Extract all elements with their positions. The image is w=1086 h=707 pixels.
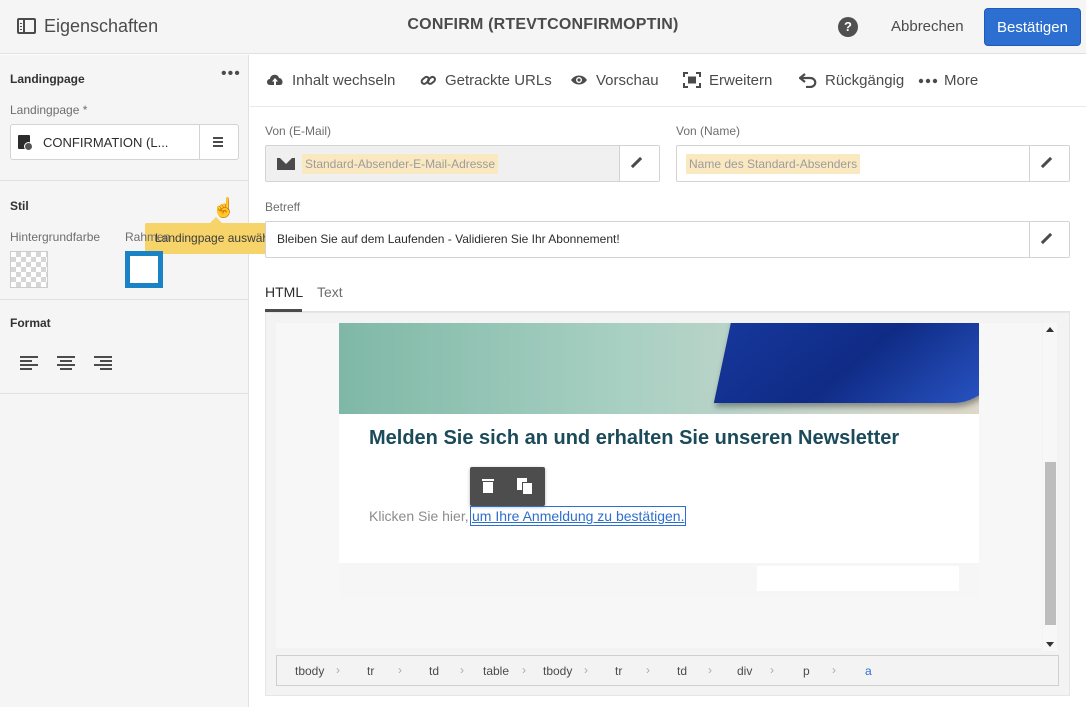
duplicate-icon[interactable] xyxy=(517,478,533,494)
from-email-field[interactable]: Standard-Absender-E-Mail-Adresse xyxy=(265,145,660,182)
breadcrumb-item[interactable]: td xyxy=(429,664,439,678)
pencil-icon xyxy=(1040,156,1053,169)
change-content-label: Inhalt wechseln xyxy=(292,72,396,89)
cloud-upload-icon xyxy=(266,72,284,88)
from-name-value: Name des Standard-Absenders xyxy=(686,154,861,174)
tab-text[interactable]: Text xyxy=(317,284,343,300)
breadcrumb-separator: › xyxy=(646,663,650,677)
landingpage-section-title: Landingpage xyxy=(10,72,85,86)
breadcrumb-separator: › xyxy=(398,663,402,677)
breadcrumb-item[interactable]: tbody xyxy=(543,664,572,678)
expand-icon xyxy=(683,72,701,88)
editor-toolbar: Inhalt wechseln Getrackte URLs Vorschau … xyxy=(250,55,1086,107)
breadcrumb-item[interactable]: tr xyxy=(615,664,622,678)
edit-from-name-button[interactable] xyxy=(1029,146,1069,181)
preview-button[interactable]: Vorschau xyxy=(570,72,659,89)
breadcrumb-separator: › xyxy=(460,663,464,677)
element-toolbar xyxy=(470,467,545,506)
subject-value: Bleiben Sie auf dem Laufenden - Validier… xyxy=(277,232,620,246)
subject-field[interactable]: Bleiben Sie auf dem Laufenden - Validier… xyxy=(265,221,1070,258)
help-icon[interactable]: ? xyxy=(838,17,858,37)
undo-label: Rückgängig xyxy=(825,72,905,89)
confirm-button[interactable]: Bestätigen xyxy=(984,8,1081,46)
expand-button[interactable]: Erweitern xyxy=(683,72,772,89)
border-swatch[interactable] xyxy=(125,251,163,288)
selected-link[interactable]: um Ihre Anmeldung zu bestätigen. xyxy=(470,506,687,526)
pencil-icon xyxy=(1040,232,1053,245)
footer-block xyxy=(757,566,959,591)
breadcrumb-item[interactable]: td xyxy=(677,664,687,678)
breadcrumb-separator: › xyxy=(336,663,340,677)
breadcrumb-item-current[interactable]: a xyxy=(865,664,872,678)
preview-label: Vorschau xyxy=(596,72,659,89)
breadcrumb: tbody › tr › td › table › tbody › tr › t… xyxy=(276,655,1059,686)
eye-icon xyxy=(570,72,588,88)
select-landingpage-button[interactable] xyxy=(199,125,239,159)
tracked-urls-label: Getrackte URLs xyxy=(445,72,552,89)
tab-html[interactable]: HTML xyxy=(265,284,303,300)
undo-icon xyxy=(798,72,817,89)
subject-label: Betreff xyxy=(265,200,301,214)
divider xyxy=(0,393,249,394)
trash-icon[interactable] xyxy=(482,479,494,493)
landingpage-icon xyxy=(18,135,33,151)
breadcrumb-item[interactable]: table xyxy=(483,664,509,678)
style-section-title: Stil xyxy=(10,199,29,213)
scrollbar-thumb[interactable] xyxy=(1045,462,1056,625)
undo-button[interactable]: Rückgängig xyxy=(798,72,905,89)
properties-panel: Landingpage ••• Landingpage * CONFIRMATI… xyxy=(0,55,293,707)
edit-subject-button[interactable] xyxy=(1029,222,1069,257)
more-options-icon[interactable]: ••• xyxy=(221,66,241,82)
breadcrumb-separator: › xyxy=(584,663,588,677)
email-headline[interactable]: Melden Sie sich an und erhalten Sie unse… xyxy=(369,427,899,450)
format-section-title: Format xyxy=(10,316,51,330)
align-left-icon[interactable] xyxy=(20,356,38,370)
background-color-label: Hintergrundfarbe xyxy=(10,230,101,244)
cancel-button[interactable]: Abbrechen xyxy=(891,18,964,35)
align-right-icon[interactable] xyxy=(94,356,112,370)
breadcrumb-item[interactable]: p xyxy=(803,664,810,678)
phone-graphic xyxy=(713,323,979,403)
landingpage-label: Landingpage * xyxy=(10,103,88,117)
change-content-button[interactable]: Inhalt wechseln xyxy=(266,72,395,89)
from-email-label: Von (E-Mail) xyxy=(265,124,332,138)
envelope-icon xyxy=(277,157,295,170)
email-footer[interactable] xyxy=(339,563,979,598)
hero-image[interactable] xyxy=(339,323,979,414)
from-name-field[interactable]: Name des Standard-Absenders xyxy=(676,145,1070,182)
more-label: More xyxy=(944,72,979,89)
more-button[interactable]: More xyxy=(918,72,978,89)
pencil-icon xyxy=(630,156,643,169)
border-label: Rahmen xyxy=(125,230,171,244)
from-name-label: Von (Name) xyxy=(676,124,741,138)
divider xyxy=(0,299,249,300)
more-icon xyxy=(918,72,938,88)
breadcrumb-item[interactable]: tbody xyxy=(295,664,324,678)
background-color-swatch[interactable] xyxy=(10,251,48,288)
breadcrumb-separator: › xyxy=(770,663,774,677)
from-email-value: Standard-Absender-E-Mail-Adresse xyxy=(302,154,499,174)
breadcrumb-item[interactable]: div xyxy=(737,664,752,678)
email-body-text[interactable]: Klicken Sie hier, xyxy=(369,508,469,524)
breadcrumb-separator: › xyxy=(832,663,836,677)
expand-label: Erweitern xyxy=(709,72,773,89)
scroll-down-arrow-icon[interactable] xyxy=(1046,642,1054,647)
breadcrumb-separator: › xyxy=(522,663,526,677)
tracked-urls-button[interactable]: Getrackte URLs xyxy=(419,72,552,89)
breadcrumb-separator: › xyxy=(708,663,712,677)
scroll-up-arrow-icon[interactable] xyxy=(1046,327,1054,332)
list-icon xyxy=(213,137,223,147)
align-center-icon[interactable] xyxy=(57,356,75,370)
landingpage-field[interactable]: CONFIRMATION (L... xyxy=(10,124,239,160)
top-bar: Eigenschaften CONFIRM (RTEVTCONFIRMOPTIN… xyxy=(0,0,1086,54)
edit-from-email-button[interactable] xyxy=(619,146,659,181)
divider xyxy=(0,180,249,181)
landingpage-value: CONFIRMATION (L... xyxy=(43,135,169,150)
breadcrumb-item[interactable]: tr xyxy=(367,664,374,678)
link-icon xyxy=(419,72,437,88)
